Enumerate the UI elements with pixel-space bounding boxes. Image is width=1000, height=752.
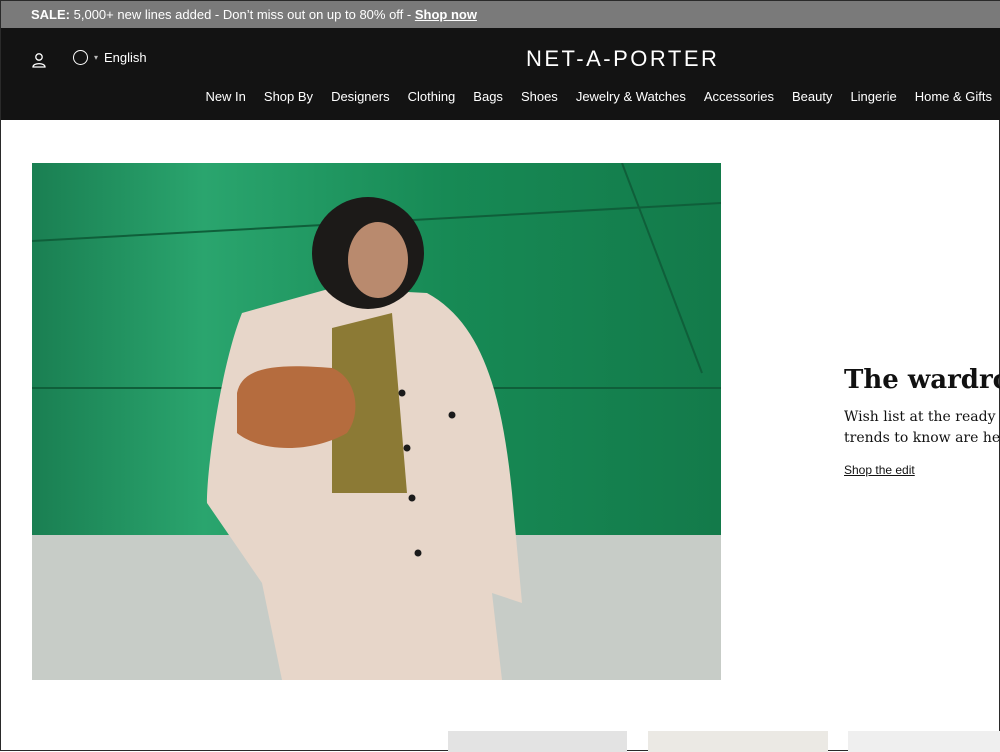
promo-lead: SALE: <box>31 7 70 22</box>
nav-lingerie[interactable]: Lingerie <box>850 89 896 104</box>
site-header: ▾ English NET-A-PORTER New In Shop By De… <box>1 28 1000 120</box>
hero-title: The wardrobe <box>844 365 1000 395</box>
nav-accessories[interactable]: Accessories <box>704 89 774 104</box>
nav-shoes[interactable]: Shoes <box>521 89 558 104</box>
promo-banner: SALE: 5,000+ new lines added - Don’t mis… <box>1 1 1000 28</box>
nav-jewelry-watches[interactable]: Jewelry & Watches <box>576 89 686 104</box>
nav-beauty[interactable]: Beauty <box>792 89 832 104</box>
hero-photo <box>32 163 721 680</box>
promo-text: 5,000+ new lines added - Don’t miss out … <box>73 7 412 22</box>
globe-icon <box>73 50 88 65</box>
main-nav: New In Shop By Designers Clothing Bags S… <box>205 89 992 104</box>
promo-shop-now-link[interactable]: Shop now <box>415 7 477 22</box>
nav-shop-by[interactable]: Shop By <box>264 89 313 104</box>
nav-bags[interactable]: Bags <box>473 89 503 104</box>
site-logo[interactable]: NET-A-PORTER <box>526 46 719 72</box>
nav-home-gifts[interactable]: Home & Gifts <box>915 89 992 104</box>
chevron-down-icon: ▾ <box>94 53 99 62</box>
product-tile[interactable] <box>448 731 627 752</box>
product-tile[interactable] <box>848 731 1000 752</box>
language-label: English <box>104 50 147 65</box>
product-tile[interactable] <box>648 731 828 752</box>
shop-the-edit-link[interactable]: Shop the edit <box>844 463 915 477</box>
language-selector[interactable]: ▾ English <box>73 50 147 65</box>
hero-description-line-1: Wish list at the ready – the <box>844 409 1000 425</box>
nav-clothing[interactable]: Clothing <box>408 89 456 104</box>
nav-designers[interactable]: Designers <box>331 89 390 104</box>
nav-new-in[interactable]: New In <box>205 89 245 104</box>
user-icon[interactable] <box>31 52 47 68</box>
hero-copy: The wardrobe Wish list at the ready – th… <box>844 363 1000 479</box>
hero-image[interactable] <box>32 163 721 680</box>
hero-description-line-2: trends to know are here <box>844 430 1000 446</box>
hero-description: Wish list at the ready – the trends to k… <box>844 407 1000 449</box>
